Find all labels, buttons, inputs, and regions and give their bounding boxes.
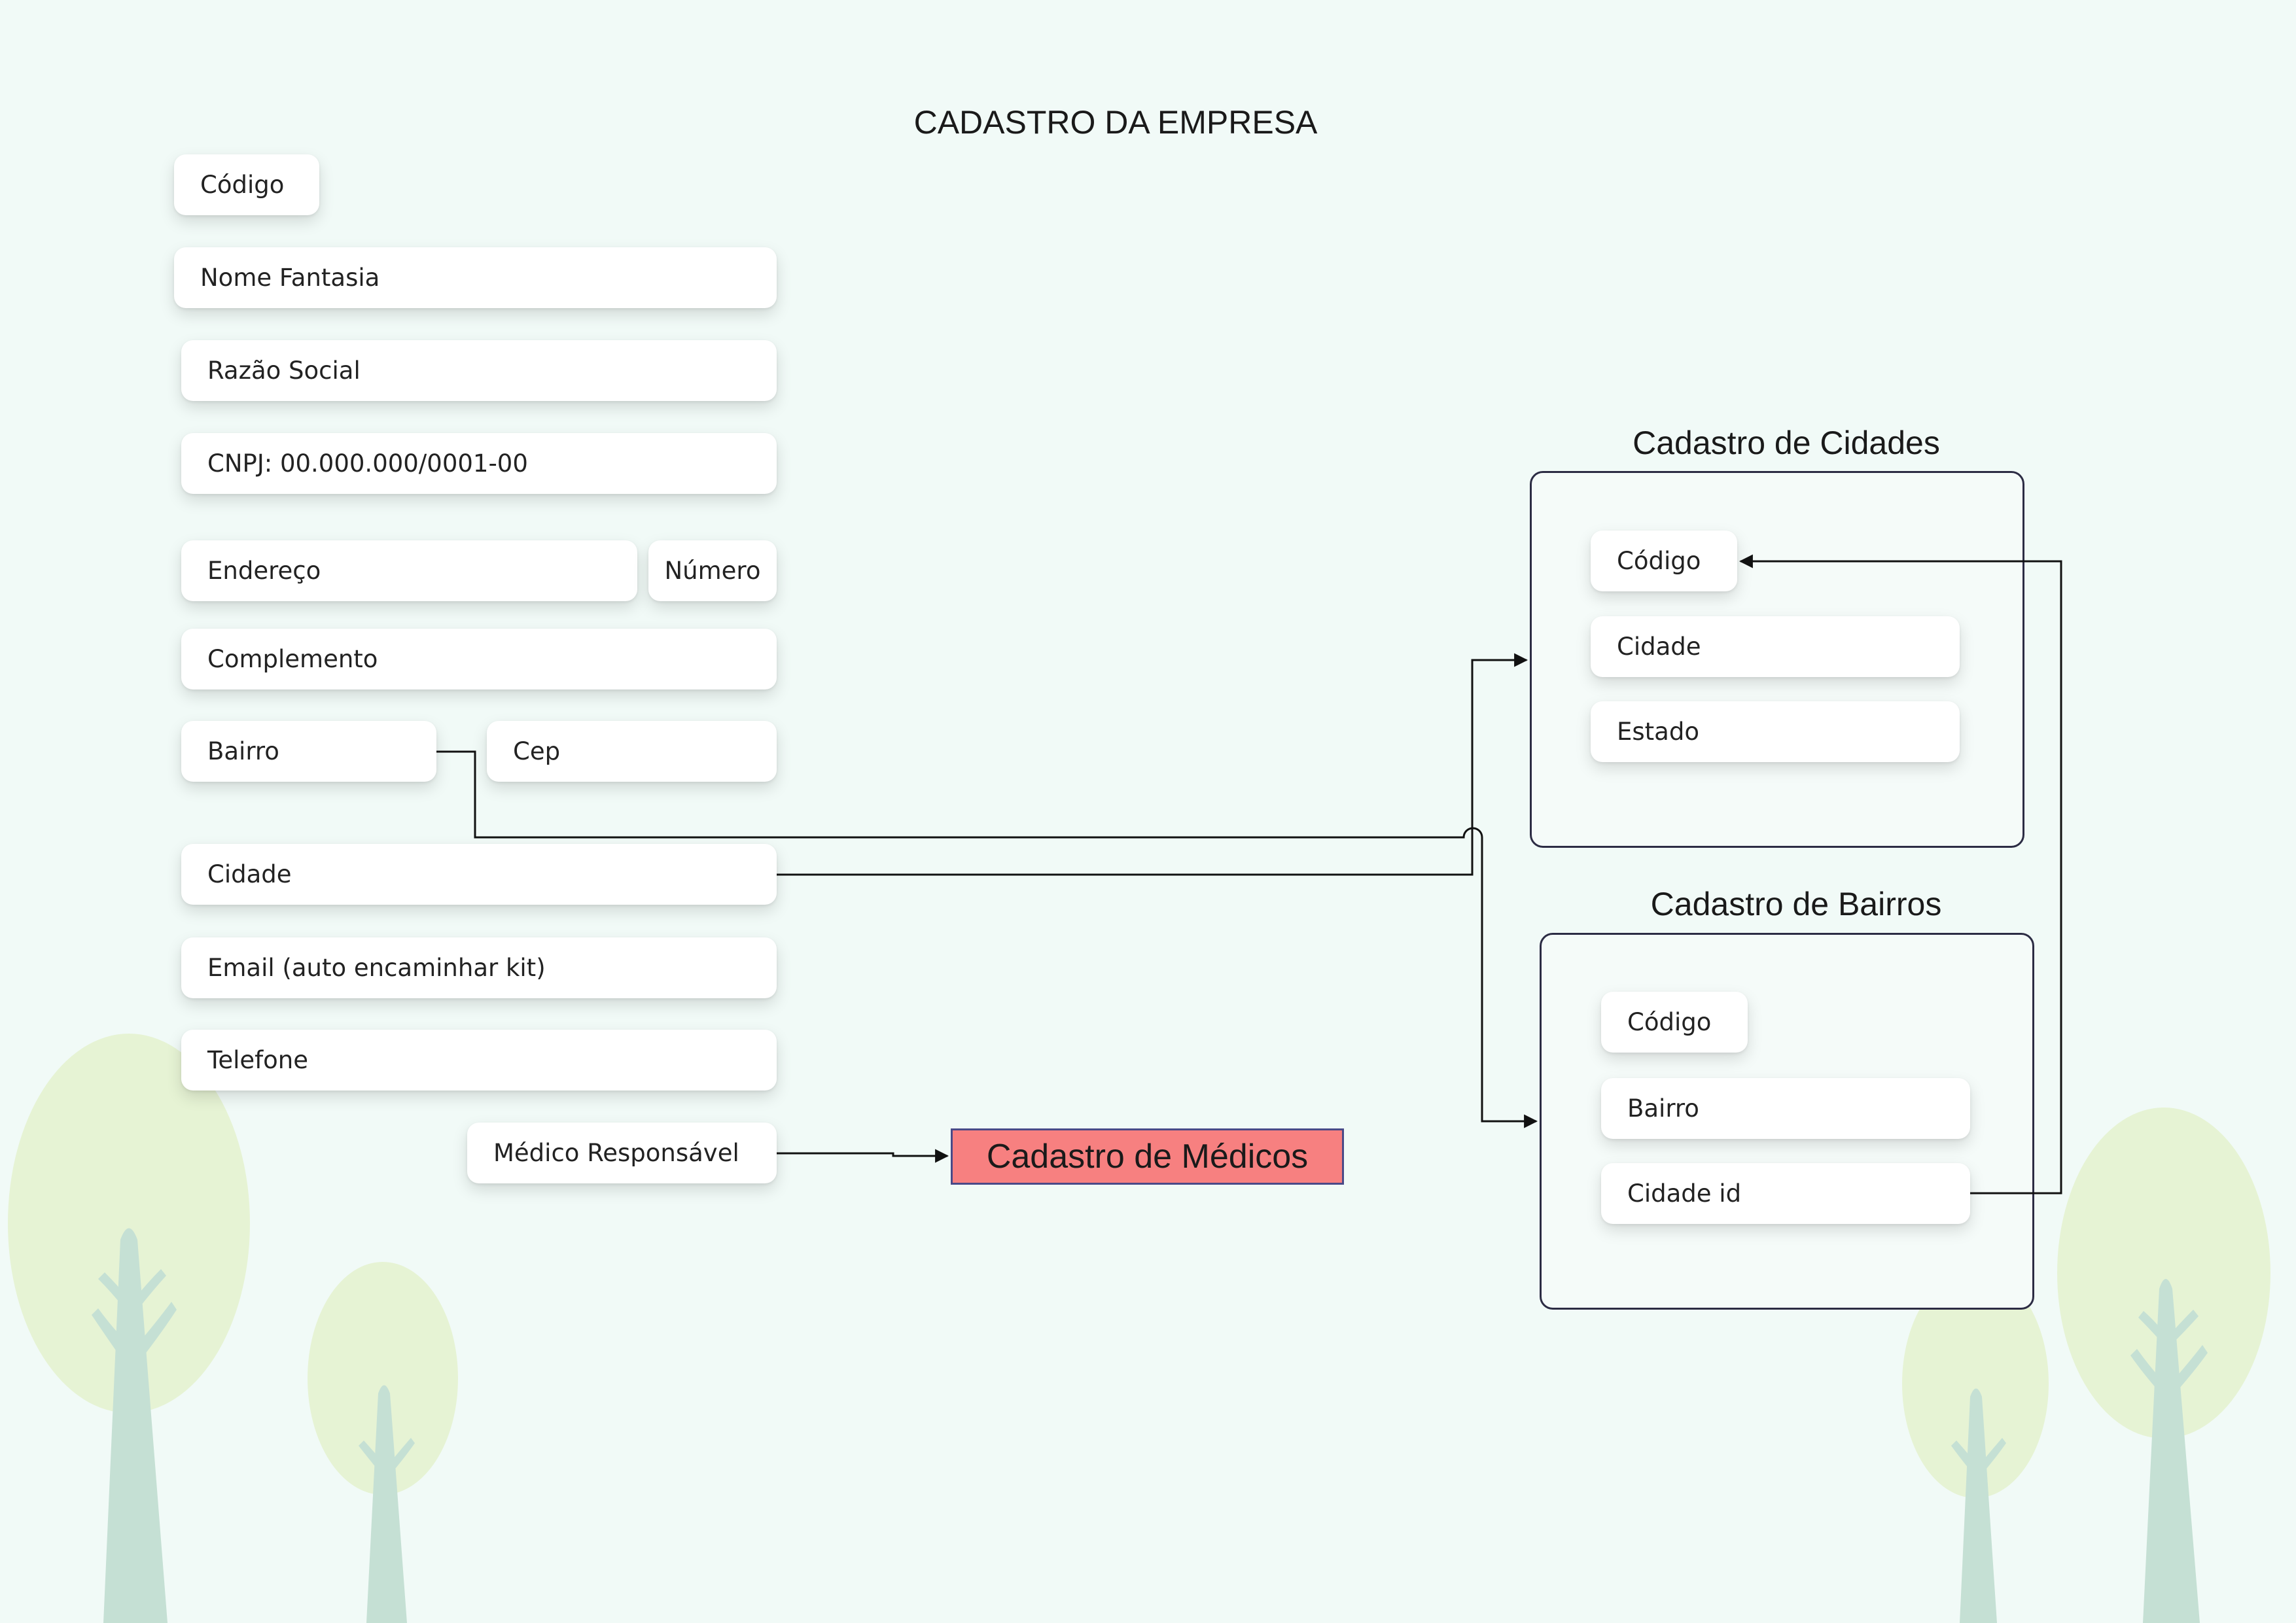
tree-right-small (1902, 1269, 2049, 1623)
tree-left-small (308, 1262, 458, 1623)
bairros-cidade-id-field[interactable]: Cidade id (1601, 1163, 1970, 1224)
cadastro-medicos-box[interactable]: Cadastro de Médicos (951, 1128, 1344, 1185)
cidades-cidade-field[interactable]: Cidade (1591, 616, 1960, 677)
numero-field[interactable]: Número (648, 540, 777, 601)
bairro-field[interactable]: Bairro (181, 721, 436, 782)
cidades-title: Cadastro de Cidades (1633, 425, 1940, 461)
cnpj-field[interactable]: CNPJ: 00.000.000/0001-00 (181, 433, 777, 494)
codigo-field[interactable]: Código (174, 154, 319, 215)
razao-social-field[interactable]: Razão Social (181, 340, 777, 401)
complemento-field[interactable]: Complemento (181, 629, 777, 689)
cep-field[interactable]: Cep (487, 721, 777, 782)
bairros-codigo-field[interactable]: Código (1601, 992, 1748, 1053)
telefone-field[interactable]: Telefone (181, 1030, 777, 1091)
tree-right-large (2057, 1108, 2270, 1623)
bairros-title: Cadastro de Bairros (1650, 886, 1942, 922)
medico-responsavel-field[interactable]: Médico Responsável (467, 1123, 777, 1183)
email-field[interactable]: Email (auto encaminhar kit) (181, 937, 777, 998)
bairros-bairro-field[interactable]: Bairro (1601, 1078, 1970, 1139)
page-title: CADASTRO DA EMPRESA (913, 104, 1318, 141)
endereco-field[interactable]: Endereço (181, 540, 637, 601)
nome-fantasia-field[interactable]: Nome Fantasia (174, 247, 777, 308)
cidades-codigo-field[interactable]: Código (1591, 531, 1737, 591)
cidades-estado-field[interactable]: Estado (1591, 701, 1960, 762)
tree-left-large (8, 1034, 250, 1623)
cidade-field[interactable]: Cidade (181, 844, 777, 905)
